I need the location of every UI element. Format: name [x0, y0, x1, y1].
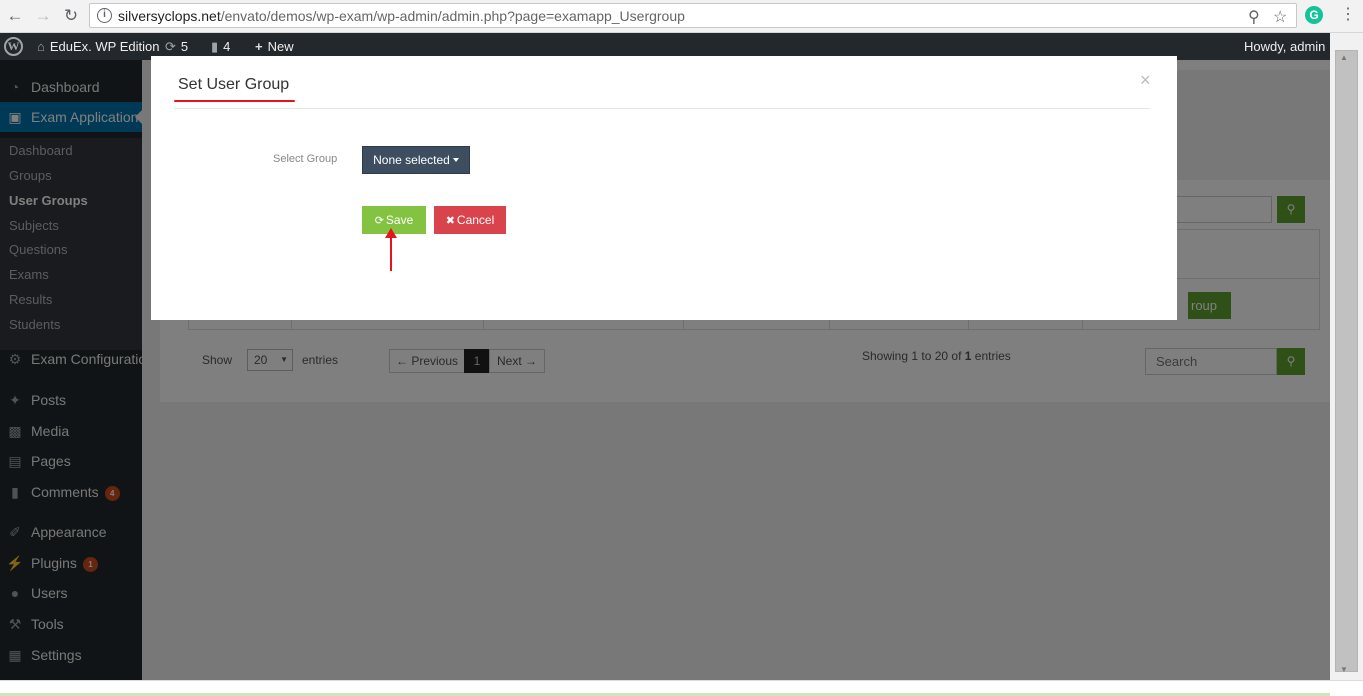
url-path: /envato/demos/wp-exam/wp-admin/admin.php…: [220, 8, 685, 24]
updates-icon: ⟳: [165, 39, 176, 54]
group-multiselect-dropdown[interactable]: None selected: [362, 146, 470, 174]
grammarly-extension-icon[interactable]: G: [1305, 6, 1323, 24]
home-icon: ⌂: [37, 39, 45, 54]
address-bar[interactable]: i silversyclops.net/envato/demos/wp-exam…: [89, 3, 1297, 28]
url-text[interactable]: silversyclops.net/envato/demos/wp-exam/w…: [118, 8, 685, 24]
comments-count: 4: [223, 39, 231, 54]
site-name: EduEx. WP Edition: [49, 39, 160, 54]
scrollbar-thumb[interactable]: [1335, 50, 1358, 672]
title-annotation-underline: [174, 100, 295, 102]
zoom-search-icon[interactable]: ⚲: [1248, 7, 1260, 27]
cancel-label: Cancel: [456, 213, 495, 227]
site-name-link[interactable]: ⌂ EduEx. WP Edition: [37, 33, 159, 60]
reload-icon[interactable]: ↻: [61, 6, 81, 26]
close-icon[interactable]: ×: [1140, 70, 1151, 90]
plus-icon: +: [255, 39, 263, 54]
forward-icon[interactable]: →: [33, 6, 53, 26]
url-host: silversyclops.net: [118, 8, 221, 24]
greeting: Howdy, admin: [1244, 39, 1326, 54]
refresh-icon: ⟳: [374, 215, 384, 227]
modal-title: Set User Group: [178, 76, 290, 93]
scroll-up-icon[interactable]: ▲: [1340, 53, 1348, 62]
save-label: Save: [385, 213, 414, 227]
my-account-link[interactable]: Howdy, admin: [1244, 33, 1325, 60]
cancel-button[interactable]: ✖ Cancel: [434, 206, 506, 234]
set-user-group-modal: Set User Group × Select Group None selec…: [151, 56, 1177, 320]
dropdown-value: None selected: [373, 153, 450, 167]
info-icon[interactable]: i: [97, 8, 112, 23]
browser-toolbar: ← → ↻ i silversyclops.net/envato/demos/w…: [0, 0, 1363, 33]
scroll-down-icon[interactable]: ▼: [1340, 665, 1348, 674]
updates-count: 5: [180, 39, 189, 54]
modal-header-divider: [174, 108, 1150, 109]
caret-down-icon: [452, 158, 459, 162]
back-icon[interactable]: ←: [5, 6, 25, 26]
kebab-menu-icon[interactable]: ⋮: [1340, 5, 1356, 25]
annotation-arrow-line: [390, 233, 392, 271]
comment-bubble-icon: ▮: [211, 39, 219, 54]
wordpress-logo-icon[interactable]: W: [4, 37, 23, 56]
star-icon[interactable]: ☆: [1273, 7, 1287, 27]
page-scrollbar[interactable]: ▲ ▼: [1330, 33, 1363, 680]
new-label: New: [267, 39, 294, 54]
screen: ← → ↻ i silversyclops.net/envato/demos/w…: [0, 0, 1363, 696]
select-group-label: Select Group: [273, 153, 338, 165]
close-x-icon: ✖: [445, 215, 455, 227]
